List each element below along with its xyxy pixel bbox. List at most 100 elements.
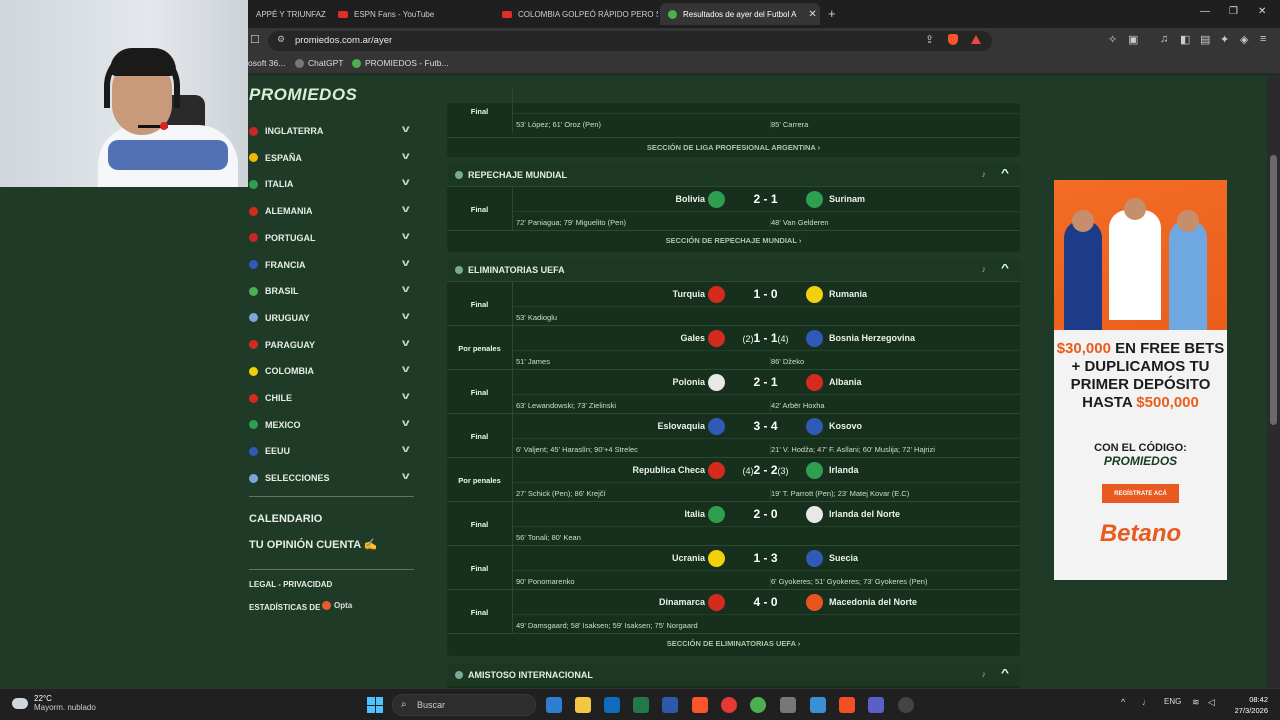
sidebar-item-eeuu[interactable]: EEUU v: [249, 441, 414, 461]
home-team[interactable]: Bolivia: [675, 194, 705, 204]
chevron-down-icon[interactable]: v: [402, 418, 410, 429]
sidebar-item-alemania[interactable]: ALEMANIA v: [249, 201, 414, 221]
leo-icon[interactable]: ✦: [1220, 33, 1229, 46]
section-link[interactable]: SECCIÓN DE ELIMINATORIAS UEFA ›: [447, 633, 1020, 653]
match-row[interactable]: Final Bolivia 2 - 1 Surinam 72' Paniagua; 79…: [447, 186, 1020, 231]
excel-icon[interactable]: [633, 697, 649, 713]
home-team[interactable]: Ucrania: [672, 553, 705, 563]
microphone-icon[interactable]: ♩: [1142, 697, 1151, 707]
bookmark-icon[interactable]: ☐: [250, 33, 260, 46]
away-team[interactable]: Suecia: [829, 553, 858, 563]
section-link[interactable]: SECCIÓN DE REPECHAJE MUNDIAL ›: [447, 230, 1020, 250]
files-icon[interactable]: [780, 697, 796, 713]
media-player-icon[interactable]: [721, 697, 737, 713]
home-team[interactable]: Polonia: [672, 377, 705, 387]
app-icon[interactable]: [810, 697, 826, 713]
home-team[interactable]: Eslovaquia: [657, 421, 705, 431]
sidebar-item-chile[interactable]: CHILE v: [249, 388, 414, 408]
sidebar-item-colombia[interactable]: COLOMBIA v: [249, 361, 414, 381]
chrome-icon[interactable]: [750, 697, 766, 713]
close-icon[interactable]: ✕: [808, 9, 816, 20]
chevron-down-icon[interactable]: v: [402, 444, 410, 455]
tab-1[interactable]: APPÉ Y TRIUNFAZO :: [248, 3, 326, 25]
register-button[interactable]: REGÍSTRATE ACÁ: [1102, 484, 1179, 503]
match-row[interactable]: Por penales Republica Checa (4)2 - 2(3) Irl…: [447, 457, 1020, 502]
sidebar-item-inglaterra[interactable]: INGLATERRA v: [249, 121, 414, 141]
new-tab-icon[interactable]: +: [828, 6, 836, 21]
url-text[interactable]: promiedos.com.ar/ayer: [295, 35, 392, 46]
home-team[interactable]: Gales: [680, 333, 705, 343]
legal-link[interactable]: LEGAL: [249, 580, 276, 589]
bookmark-item[interactable]: osoft 36...: [248, 58, 285, 68]
clock[interactable]: 08:42 27/3/2026: [1222, 694, 1268, 716]
tab-3[interactable]: COLOMBIA GOLPEÓ RÁPIDO PERO S: [494, 3, 658, 25]
sidebar-item-portugal[interactable]: PORTUGAL v: [249, 228, 414, 248]
match-row[interactable]: Final Turquia 1 - 0 Rumania 53' Kadioglu: [447, 281, 1020, 326]
chevron-down-icon[interactable]: v: [402, 177, 410, 188]
bell-icon[interactable]: ♪: [982, 264, 987, 274]
sidebar-item-uruguay[interactable]: URUGUAY v: [249, 308, 414, 328]
brave-rewards-icon[interactable]: [971, 35, 981, 44]
omnibox[interactable]: ⚙ promiedos.com.ar/ayer: [268, 31, 992, 51]
extensions-icon[interactable]: ✧: [1108, 33, 1117, 46]
store-icon[interactable]: [839, 697, 855, 713]
away-team[interactable]: Irlanda del Norte: [829, 509, 900, 519]
away-team[interactable]: Kosovo: [829, 421, 862, 431]
chevron-up-icon[interactable]: ^: [1121, 697, 1125, 707]
tab-active[interactable]: Resultados de ayer del Futbol A ✕: [660, 3, 820, 25]
windows-start-icon[interactable]: [367, 697, 383, 713]
bell-icon[interactable]: ♪: [982, 169, 987, 179]
screenshot-icon[interactable]: ▣: [1128, 33, 1138, 46]
calendario-link[interactable]: CALENDARIO: [249, 513, 322, 525]
volume-icon[interactable]: ◁: [1208, 697, 1215, 708]
match-row[interactable]: Final Ucrania 1 - 3 Suecia 90' Ponomarenko 6'…: [447, 545, 1020, 590]
match-row[interactable]: Final Italia 2 - 0 Irlanda del Norte 56' Ton…: [447, 501, 1020, 546]
away-team[interactable]: Irlanda: [829, 465, 859, 475]
word-icon[interactable]: [662, 697, 678, 713]
sidebar-item-mexico[interactable]: MEXICO v: [249, 415, 414, 435]
away-team[interactable]: Macedonia del Norte: [829, 597, 917, 607]
bell-icon[interactable]: ♪: [982, 669, 987, 679]
card-header[interactable]: REPECHAJE MUNDIAL ♪ ^: [447, 164, 1020, 186]
sidebar-item-italia[interactable]: ITALIA v: [249, 174, 414, 194]
wifi-icon[interactable]: ≋: [1192, 697, 1200, 708]
home-team[interactable]: Italia: [684, 509, 705, 519]
share-icon[interactable]: ⇪: [925, 33, 934, 46]
site-settings-icon[interactable]: ⚙: [277, 34, 285, 45]
home-team[interactable]: Dinamarca: [659, 597, 705, 607]
sidebar-item-paraguay[interactable]: PARAGUAY v: [249, 335, 414, 355]
match-row[interactable]: Final Polonia 2 - 1 Albania 63' Lewandowski;…: [447, 369, 1020, 414]
weather-widget[interactable]: 22°C Mayorm. nublado: [12, 694, 96, 712]
chevron-down-icon[interactable]: v: [402, 124, 410, 135]
close-window-icon[interactable]: ✕: [1258, 6, 1266, 17]
chevron-down-icon[interactable]: v: [402, 204, 410, 215]
chevron-down-icon[interactable]: v: [402, 391, 410, 402]
vscode-icon[interactable]: [546, 697, 562, 713]
chevron-down-icon[interactable]: v: [402, 151, 410, 162]
wallet-icon[interactable]: ▤: [1200, 33, 1210, 46]
chevron-down-icon[interactable]: v: [402, 231, 410, 242]
language-indicator[interactable]: ENG: [1164, 697, 1181, 706]
match-row[interactable]: Final 53' López; 61' Oroz (Pen) 85' Carr…: [447, 89, 1020, 133]
chevron-up-icon[interactable]: ^: [1001, 668, 1009, 679]
sidebar-item-francia[interactable]: FRANCIA v: [249, 255, 414, 275]
bookmark-item[interactable]: ChatGPT: [295, 58, 343, 68]
settings-icon[interactable]: [898, 697, 914, 713]
chevron-up-icon[interactable]: ^: [1001, 168, 1009, 179]
taskbar-search[interactable]: ⌕ Buscar: [392, 694, 536, 716]
away-team[interactable]: Rumania: [829, 289, 867, 299]
teams-icon[interactable]: [868, 697, 884, 713]
chevron-down-icon[interactable]: v: [402, 471, 410, 482]
chevron-down-icon[interactable]: v: [402, 338, 410, 349]
section-link[interactable]: SECCIÓN DE LIGA PROFESIONAL ARGENTINA ›: [447, 137, 1020, 157]
minimize-icon[interactable]: —: [1200, 6, 1210, 17]
file-explorer-icon[interactable]: [575, 697, 591, 713]
away-team[interactable]: Bosnia Herzegovina: [829, 333, 915, 343]
privacy-link[interactable]: PRIVACIDAD: [283, 580, 332, 589]
chevron-down-icon[interactable]: v: [402, 258, 410, 269]
restore-icon[interactable]: ❐: [1229, 6, 1238, 17]
away-team[interactable]: Albania: [829, 377, 862, 387]
brave-icon[interactable]: [692, 697, 708, 713]
tab-2[interactable]: ESPN Fans - YouTube: [330, 3, 490, 25]
site-logo[interactable]: PROMIEDOS: [249, 85, 357, 105]
